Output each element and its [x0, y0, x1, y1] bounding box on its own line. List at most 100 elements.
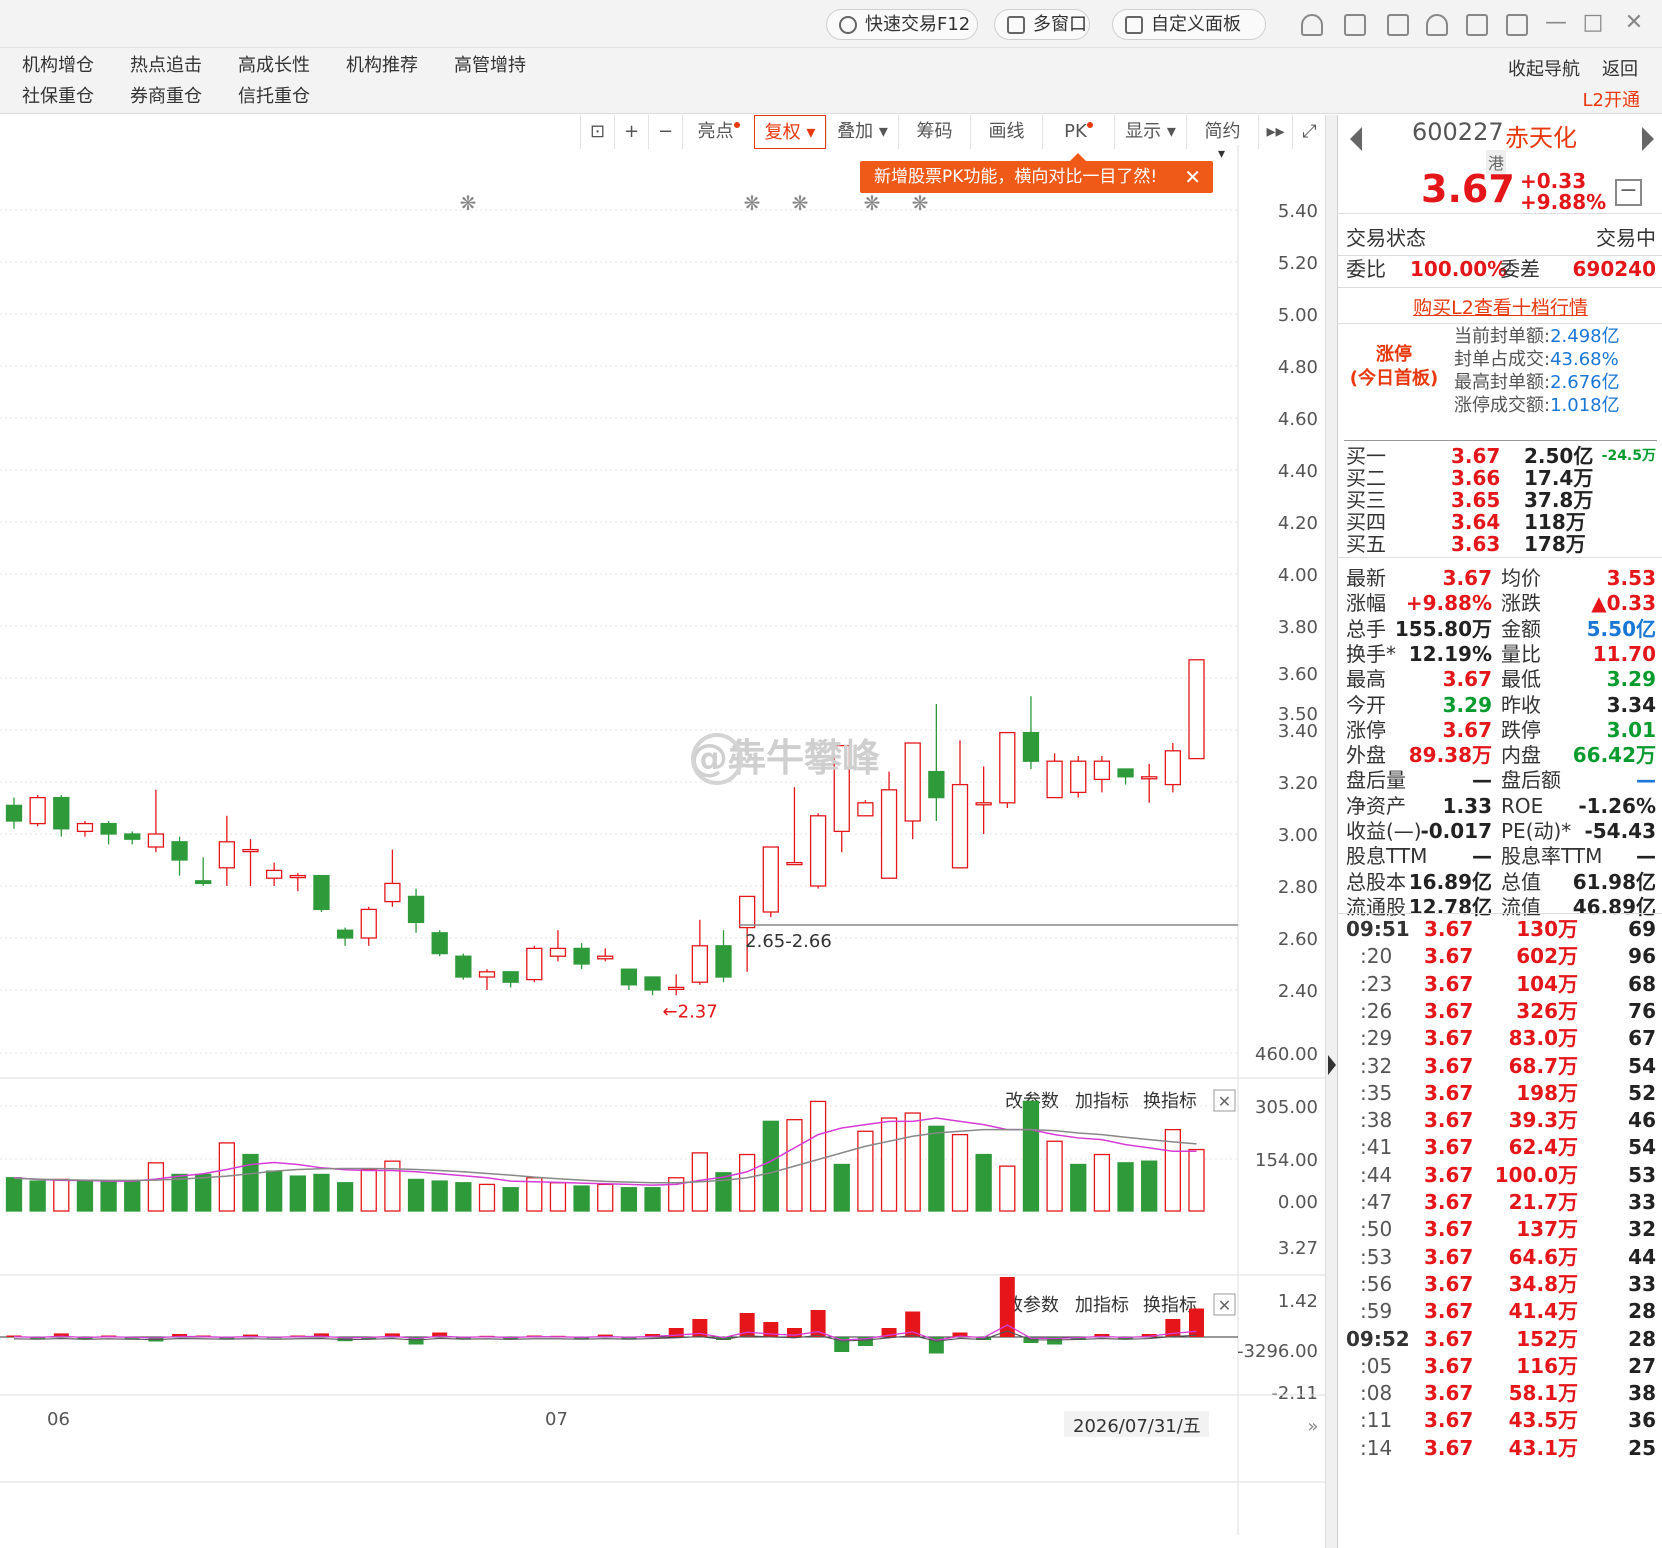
candle-body	[1070, 760, 1087, 794]
swap-indicator-button[interactable]: 换指标	[1143, 1091, 1197, 1112]
volume-bar	[502, 1187, 519, 1212]
quick-trade-button[interactable]: 快速交易F12	[826, 9, 978, 40]
orderbook-row[interactable]: 买五 3.63 178万	[1346, 533, 1656, 555]
stat-row: 净资产 1.33 ROE -1.26%	[1346, 793, 1656, 818]
last-price: 3.67	[1421, 167, 1515, 211]
volume-bar	[1093, 1153, 1111, 1212]
orderbook-row[interactable]: 买二 3.66 17.4万	[1346, 467, 1656, 489]
back-link[interactable]: 返回	[1602, 55, 1638, 81]
l2-open-link[interactable]: L2开通	[1583, 86, 1640, 112]
shirt-icon[interactable]	[1466, 14, 1488, 36]
minimize-icon[interactable]: —	[1541, 8, 1571, 38]
candle-body	[171, 841, 188, 861]
stat-row: 换手* 12.19% 量比 11.70	[1346, 641, 1656, 666]
candle-body	[809, 815, 827, 887]
volume-bar	[313, 1173, 330, 1212]
candle-body	[1164, 750, 1181, 786]
candle-body	[1141, 776, 1158, 780]
candle-body	[620, 968, 638, 986]
volume-bar	[597, 1183, 614, 1212]
macd-tick-label: -3296.00	[1237, 1341, 1318, 1362]
price-tick-label: 3.00	[1278, 825, 1318, 846]
candle-body	[265, 869, 283, 879]
price-tick-label: 4.80	[1278, 357, 1318, 378]
volume-tick-label: 305.00	[1255, 1097, 1318, 1118]
menu-item[interactable]: 热点追击	[130, 55, 202, 77]
candle-body	[124, 833, 141, 840]
add-indicator-button[interactable]: 加指标	[1075, 1295, 1129, 1316]
stat-row: 总股本 16.89亿 总值 61.98亿	[1346, 869, 1656, 894]
orderbook-row[interactable]: 买一 3.67 2.50亿 -24.5万	[1346, 445, 1656, 467]
menu-item[interactable]: 社保重仓	[22, 86, 94, 108]
yen-icon	[839, 16, 857, 34]
user-icon[interactable]	[1301, 14, 1323, 36]
volume-bar	[739, 1153, 756, 1212]
price-tick-label: 4.40	[1278, 461, 1318, 482]
collapse-nav-link[interactable]: 收起导航	[1508, 55, 1580, 81]
volume-bar	[289, 1175, 306, 1212]
volume-bar	[455, 1182, 472, 1212]
volume-bar	[999, 1165, 1016, 1212]
price-tick-label: 5.40	[1278, 201, 1318, 222]
candle-body	[407, 895, 425, 924]
menu-item[interactable]: 机构增仓	[22, 55, 94, 77]
stat-row: 收益(—) -0.017 PE(动)* -54.43	[1346, 819, 1656, 843]
volume-tick-label: 154.00	[1255, 1150, 1318, 1171]
volume-bar	[1022, 1100, 1040, 1212]
candle-body	[455, 955, 472, 978]
seal-row: 封单占成交:43.68%	[1454, 349, 1619, 370]
menu-item[interactable]: 高管增持	[454, 55, 526, 77]
stat-row: 盘后量 — 盘后额 —	[1346, 768, 1656, 793]
volume-tick-label: 0.00	[1278, 1192, 1318, 1213]
orderbook-row[interactable]: 买四 3.64 118万	[1346, 511, 1656, 533]
menu-item[interactable]: 信托重仓	[238, 86, 310, 108]
price-tick-label: 3.40	[1278, 721, 1318, 742]
panel-splitter[interactable]	[1325, 115, 1337, 1548]
mail-icon[interactable]	[1344, 14, 1366, 36]
custom-panel-button[interactable]: 自定义面板	[1112, 9, 1266, 40]
volume-bar	[620, 1187, 638, 1212]
volume-bar	[762, 1120, 779, 1212]
candle-body	[242, 848, 259, 853]
menu-item[interactable]: 高成长性	[238, 55, 310, 77]
undo-icon[interactable]	[1426, 14, 1448, 36]
volume-bar	[904, 1112, 921, 1212]
window-icon[interactable]	[1506, 14, 1528, 36]
candle-body	[1046, 760, 1063, 799]
volume-bar	[644, 1187, 661, 1212]
volume-bar	[195, 1173, 212, 1212]
maximize-icon[interactable]: □	[1578, 8, 1608, 38]
home-icon[interactable]	[1387, 14, 1409, 36]
swap-indicator-button[interactable]: 换指标	[1143, 1295, 1197, 1316]
volume-bar	[100, 1180, 117, 1212]
collapse-arrow-icon[interactable]	[1328, 1055, 1336, 1075]
candle-body	[360, 908, 377, 939]
close-icon[interactable]: ✕	[1619, 8, 1649, 38]
candle-body	[1188, 659, 1205, 760]
close-icon[interactable]: ✕	[1184, 161, 1201, 193]
price-tick-label: 3.80	[1278, 617, 1318, 638]
candle-body	[1117, 768, 1134, 778]
multi-window-button[interactable]: 多窗口	[994, 9, 1090, 40]
orderbook-row[interactable]: 买三 3.65 37.8万	[1346, 489, 1656, 511]
kline-chart[interactable]: 5.40 5.20 5.00 4.80 4.60 4.40 4.20 4.00 3.80 3.60…	[0, 115, 1325, 1548]
volume-bar	[360, 1168, 377, 1212]
pk-tooltip[interactable]: 新增股票PK功能，横向对比一目了然! ✕	[860, 153, 1213, 193]
candle-body	[502, 971, 519, 983]
prev-stock-icon[interactable]	[1350, 127, 1362, 151]
stat-row: 今开 3.29 昨收 3.34	[1346, 692, 1656, 717]
price-tick-label: 4.20	[1278, 513, 1318, 534]
scroll-right-icon[interactable]: »	[1307, 1416, 1318, 1437]
add-indicator-button[interactable]: 加指标	[1075, 1091, 1129, 1112]
volume-tick-label: 460.00	[1255, 1044, 1318, 1065]
candle-body	[739, 895, 756, 929]
candle-body	[597, 955, 614, 960]
watermark-text: @犇牛攀峰	[690, 736, 880, 780]
menu-item[interactable]: 券商重仓	[130, 86, 202, 108]
menu-item[interactable]: 机构推荐	[346, 55, 418, 77]
next-stock-icon[interactable]	[1642, 127, 1654, 151]
collapse-button[interactable]: −	[1615, 179, 1642, 206]
trade-status-row: 交易状态 交易中	[1346, 226, 1656, 250]
buy-l2-link[interactable]: 购买L2查看十档行情	[1338, 293, 1662, 320]
event-star-icon: ❋	[460, 191, 477, 215]
